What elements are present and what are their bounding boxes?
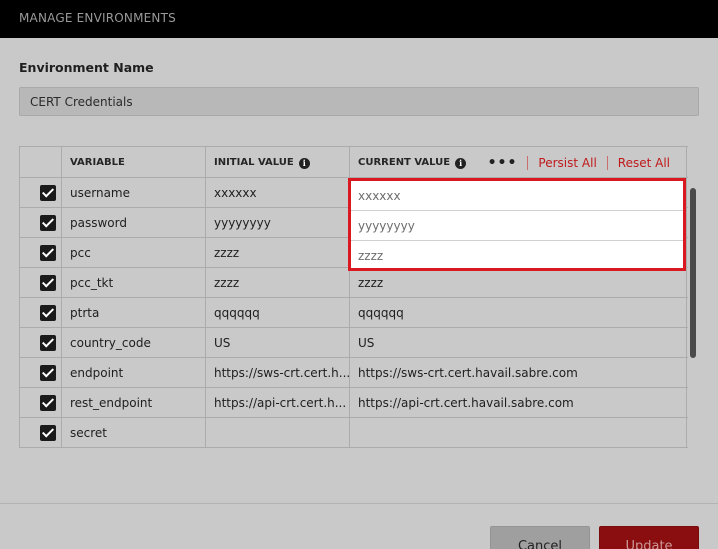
initial-value-cell[interactable] [205, 418, 349, 447]
table-header-row: VARIABLE INITIAL VALUE i CURRENT VALUE i •… [19, 146, 688, 178]
initial-value-cell[interactable]: https://sws-crt.cert.h... [205, 358, 349, 387]
initial-value-cell[interactable]: xxxxxx [205, 178, 349, 207]
row-check-cell [19, 388, 61, 417]
initial-value-cell[interactable]: zzzz [205, 238, 349, 267]
current-value-input[interactable]: yyyyyyyy [351, 211, 683, 241]
row-check-cell [19, 268, 61, 297]
table-row: secret [19, 418, 688, 448]
row-checkbox[interactable] [40, 185, 56, 201]
footer-divider [0, 503, 718, 504]
row-check-cell [19, 328, 61, 357]
header-initial-label: INITIAL VALUE [214, 157, 294, 168]
row-checkbox[interactable] [40, 215, 56, 231]
table-row: country_code US US [19, 328, 688, 358]
environment-name-label: Environment Name [19, 60, 154, 75]
row-checkbox[interactable] [40, 365, 56, 381]
variable-cell[interactable]: ptrta [61, 298, 205, 327]
variable-cell[interactable]: pcc_tkt [61, 268, 205, 297]
current-value-cell[interactable] [349, 418, 687, 447]
current-value-cell[interactable]: zzzz [349, 268, 687, 297]
variable-cell[interactable]: rest_endpoint [61, 388, 205, 417]
reset-all-button[interactable]: Reset All [608, 147, 670, 177]
row-check-cell [19, 418, 61, 447]
row-check-cell [19, 178, 61, 207]
variable-cell[interactable]: secret [61, 418, 205, 447]
persist-all-button[interactable]: Persist All [528, 147, 606, 177]
variable-cell[interactable]: username [61, 178, 205, 207]
header-current-label: CURRENT VALUE [358, 157, 451, 168]
initial-value-cell[interactable]: qqqqqq [205, 298, 349, 327]
current-value-cell[interactable]: qqqqqq [349, 298, 687, 327]
current-value-cell[interactable]: https://sws-crt.cert.havail.sabre.com [349, 358, 687, 387]
info-icon[interactable]: i [455, 158, 467, 169]
variable-cell[interactable]: endpoint [61, 358, 205, 387]
cancel-button[interactable]: Cancel [490, 526, 590, 549]
current-value-highlight: xxxxxx yyyyyyyy zzzz [348, 178, 686, 271]
header-check-cell [19, 147, 61, 177]
initial-value-cell[interactable]: US [205, 328, 349, 357]
row-check-cell [19, 358, 61, 387]
row-checkbox[interactable] [40, 335, 56, 351]
row-check-cell [19, 298, 61, 327]
info-icon[interactable]: i [298, 158, 310, 169]
row-checkbox[interactable] [40, 245, 56, 261]
initial-value-cell[interactable]: https://api-crt.cert.h... [205, 388, 349, 417]
table-scrollbar[interactable] [690, 188, 696, 358]
initial-value-cell[interactable]: yyyyyyyy [205, 208, 349, 237]
header-initial-value: INITIAL VALUE i [205, 147, 349, 177]
current-value-input[interactable]: zzzz [351, 241, 683, 271]
header-current-value: CURRENT VALUE i ••• Persist All Reset All [349, 147, 687, 177]
row-checkbox[interactable] [40, 395, 56, 411]
row-checkbox[interactable] [40, 305, 56, 321]
dialog-body: Environment Name CERT Credentials VARIAB… [0, 38, 718, 549]
window-title: MANAGE ENVIRONMENTS [19, 11, 176, 25]
divider [606, 156, 608, 170]
variable-cell[interactable]: password [61, 208, 205, 237]
table-row: endpoint https://sws-crt.cert.h... https:/… [19, 358, 688, 388]
row-check-cell [19, 208, 61, 237]
table-row: pcc_tkt zzzz zzzz [19, 268, 688, 298]
header-actions: ••• Persist All Reset All [478, 147, 670, 177]
header-variable-label: VARIABLE [70, 157, 125, 168]
update-button[interactable]: Update [599, 526, 699, 549]
title-bar: MANAGE ENVIRONMENTS [0, 0, 718, 38]
row-checkbox[interactable] [40, 425, 56, 441]
variable-cell[interactable]: pcc [61, 238, 205, 267]
row-check-cell [19, 238, 61, 267]
table-row: ptrta qqqqqq qqqqqq [19, 298, 688, 328]
divider [527, 156, 529, 170]
more-options-icon[interactable]: ••• [478, 147, 528, 177]
current-value-cell[interactable]: US [349, 328, 687, 357]
header-variable: VARIABLE [61, 147, 205, 177]
row-checkbox[interactable] [40, 275, 56, 291]
table-row: rest_endpoint https://api-crt.cert.h... ht… [19, 388, 688, 418]
current-value-cell[interactable]: https://api-crt.cert.havail.sabre.com [349, 388, 687, 417]
environment-name-input[interactable]: CERT Credentials [19, 87, 699, 116]
current-value-input[interactable]: xxxxxx [351, 181, 683, 211]
initial-value-cell[interactable]: zzzz [205, 268, 349, 297]
variable-cell[interactable]: country_code [61, 328, 205, 357]
